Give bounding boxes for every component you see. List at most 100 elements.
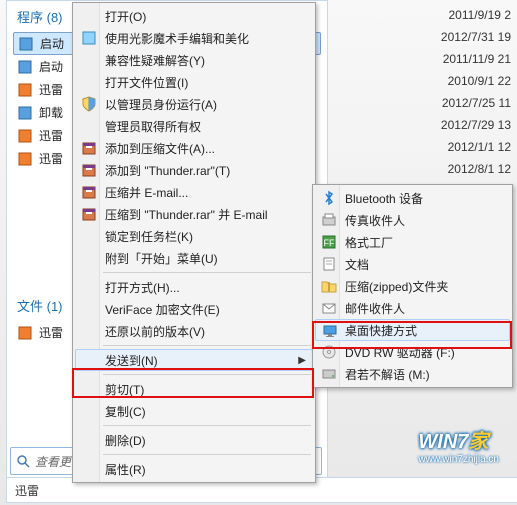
menu-item-label: 使用光影魔术手编辑和美化 [105, 30, 249, 47]
menu-item-label: 兼容性疑难解答(Y) [105, 52, 205, 69]
menu-item[interactable]: 传真收件人 [315, 209, 510, 231]
dvd-icon [321, 344, 337, 360]
menu-item-label: 发送到(N) [105, 352, 158, 369]
menu-item[interactable]: 打开文件位置(I) [75, 71, 313, 93]
menu-item-label: 剪切(T) [105, 381, 144, 398]
separator [103, 425, 311, 426]
context-menu: 打开(O) 使用光影魔术手编辑和美化兼容性疑难解答(Y) 打开文件位置(I) 以管理员… [72, 2, 316, 483]
menu-item[interactable]: 发送到(N) ▶ [75, 349, 313, 371]
sendto-submenu: Bluetooth 设备传真收件人 FF 格式工厂文档压缩(zipped)文件夹邮件… [312, 184, 513, 388]
menu-item-label: 格式工厂 [345, 234, 393, 251]
menu-item-label: 君若不解语 (M:) [345, 366, 430, 383]
menu-item[interactable]: 文档 [315, 253, 510, 275]
menu-item[interactable]: 属性(R) [75, 458, 313, 480]
menu-item-label: 添加到压缩文件(A)... [105, 140, 215, 157]
ff-icon: FF [321, 234, 337, 250]
menu-item[interactable]: 以管理员身份运行(A) [75, 93, 313, 115]
menu-item[interactable]: 添加到 "Thunder.rar"(T) [75, 159, 313, 181]
shield-icon [81, 96, 97, 112]
date-cell: 2012/7/25 11 [441, 92, 511, 114]
menu-item-label: 以管理员身份运行(A) [105, 96, 217, 113]
menu-item[interactable]: 添加到压缩文件(A)... [75, 137, 313, 159]
rar-icon [81, 162, 97, 178]
menu-item-label: 锁定到任务栏(K) [105, 228, 193, 245]
item-label: 迅雷 [39, 150, 63, 167]
separator [103, 374, 311, 375]
menu-item[interactable]: 使用光影魔术手编辑和美化 [75, 27, 313, 49]
menu-item[interactable]: 复制(C) [75, 400, 313, 422]
magic-icon [81, 30, 97, 46]
menu-item[interactable]: Bluetooth 设备 [315, 187, 510, 209]
menu-item-label: 打开方式(H)... [105, 279, 180, 296]
menu-item[interactable]: 删除(D) [75, 429, 313, 451]
submenu-arrow-icon: ▶ [298, 355, 306, 366]
menu-item-label: 文档 [345, 256, 369, 273]
menu-item-label: DVD RW 驱动器 (F:) [345, 344, 455, 361]
menu-item[interactable]: 君若不解语 (M:) [315, 363, 510, 385]
watermark-logo: WIN7家 www.win7zhijia.cn [418, 425, 499, 465]
desk-icon [322, 323, 338, 339]
bt-icon [321, 190, 337, 206]
date-cell: 2010/9/1 22 [441, 70, 511, 92]
menu-item[interactable]: 压缩(zipped)文件夹 [315, 275, 510, 297]
rar-icon [81, 140, 97, 156]
mail-icon [321, 300, 337, 316]
app-icon [17, 59, 33, 75]
menu-item[interactable]: 锁定到任务栏(K) [75, 225, 313, 247]
menu-item[interactable]: 打开(O) [75, 5, 313, 27]
menu-item-label: 管理员取得所有权 [105, 118, 201, 135]
app-icon [18, 36, 34, 52]
separator [103, 454, 311, 455]
zip-icon [321, 278, 337, 294]
menu-item-label: 压缩并 E-mail... [105, 184, 188, 201]
date-cell: 2012/7/29 13 [441, 114, 511, 136]
menu-item[interactable]: 压缩到 "Thunder.rar" 并 E-mail [75, 203, 313, 225]
menu-item-label: 还原以前的版本(V) [105, 323, 205, 340]
menu-item-label: 压缩(zipped)文件夹 [345, 278, 448, 295]
app-icon [17, 151, 33, 167]
menu-item[interactable]: DVD RW 驱动器 (F:) [315, 341, 510, 363]
date-column: 2011/9/19 22012/7/31 192011/11/9 212010/… [441, 4, 511, 202]
date-cell: 2012/1/1 12 [441, 136, 511, 158]
menu-item[interactable]: 附到「开始」菜单(U) [75, 247, 313, 269]
menu-item-label: 桌面快捷方式 [345, 322, 417, 339]
menu-item[interactable]: 剪切(T) [75, 378, 313, 400]
fax-icon [321, 212, 337, 228]
hdd-icon [321, 366, 337, 382]
menu-item[interactable]: VeriFace 加密文件(E) [75, 298, 313, 320]
menu-item-label: 邮件收件人 [345, 300, 405, 317]
menu-item[interactable]: 桌面快捷方式 [315, 319, 510, 341]
menu-item[interactable]: 还原以前的版本(V) [75, 320, 313, 342]
separator [103, 345, 311, 346]
menu-item-label: 打开文件位置(I) [105, 74, 188, 91]
date-cell: 2011/9/19 2 [441, 4, 511, 26]
menu-item-label: 添加到 "Thunder.rar"(T) [105, 162, 230, 179]
rar-icon [81, 184, 97, 200]
menu-item[interactable]: 邮件收件人 [315, 297, 510, 319]
date-cell: 2011/11/9 21 [441, 48, 511, 70]
doc-icon [321, 256, 337, 272]
menu-item-label: 附到「开始」菜单(U) [105, 250, 218, 267]
menu-item-label: 打开(O) [105, 8, 146, 25]
menu-item-label: 压缩到 "Thunder.rar" 并 E-mail [105, 206, 268, 223]
breadcrumb-text: 迅雷 [15, 482, 39, 499]
menu-item[interactable]: 打开方式(H)... [75, 276, 313, 298]
item-label: 启动 [39, 58, 63, 75]
item-label: 迅雷 [39, 127, 63, 144]
item-label: 卸载 [39, 104, 63, 121]
menu-item[interactable]: 压缩并 E-mail... [75, 181, 313, 203]
app-icon [17, 128, 33, 144]
menu-item-label: Bluetooth 设备 [345, 190, 423, 207]
date-cell: 2012/8/1 12 [441, 158, 511, 180]
menu-item-label: 复制(C) [105, 403, 146, 420]
search-icon [11, 454, 35, 468]
item-label: 启动 [40, 35, 64, 52]
separator [103, 272, 311, 273]
menu-item-label: 传真收件人 [345, 212, 405, 229]
menu-item[interactable]: 管理员取得所有权 [75, 115, 313, 137]
menu-item[interactable]: 兼容性疑难解答(Y) [75, 49, 313, 71]
menu-item-label: 属性(R) [105, 461, 146, 478]
menu-item-label: 删除(D) [105, 432, 146, 449]
menu-item[interactable]: FF 格式工厂 [315, 231, 510, 253]
menu-item-label: VeriFace 加密文件(E) [105, 301, 220, 318]
